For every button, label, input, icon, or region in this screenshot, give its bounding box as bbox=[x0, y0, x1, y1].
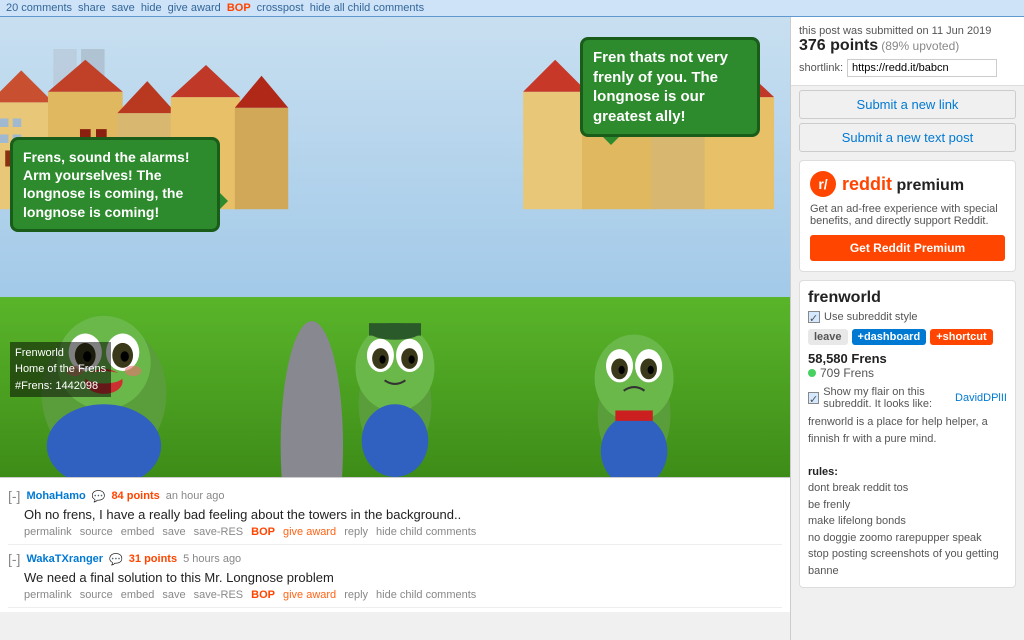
post-upvote-pct: (89% upvoted) bbox=[881, 39, 959, 53]
comment-points: 84 points bbox=[111, 490, 159, 502]
action-embed[interactable]: embed bbox=[121, 526, 155, 538]
style-label: Use subreddit style bbox=[824, 311, 918, 323]
sidebar: this post was submitted on 11 Jun 2019 3… bbox=[790, 17, 1024, 640]
subreddit-style-row: ✓ Use subreddit style bbox=[808, 311, 1007, 323]
premium-title: reddit premium bbox=[842, 174, 964, 195]
action-give-award[interactable]: give award bbox=[283, 589, 336, 601]
action-bop[interactable]: BOP bbox=[227, 2, 251, 14]
reddit-logo: r/ bbox=[810, 171, 836, 197]
action-source[interactable]: source bbox=[80, 526, 113, 538]
action-hide-comments[interactable]: hide all child comments bbox=[310, 2, 424, 14]
tag-buttons: leave +dashboard +shortcut bbox=[808, 329, 1007, 345]
action-share[interactable]: share bbox=[78, 2, 106, 14]
style-checkbox[interactable]: ✓ bbox=[808, 311, 820, 323]
action-save[interactable]: save bbox=[112, 2, 135, 14]
post-area: Fren thats not very frenly of you. The l… bbox=[0, 17, 790, 640]
action-permalink[interactable]: permalink bbox=[24, 589, 72, 601]
subreddit-info: frenworld ✓ Use subreddit style leave +d… bbox=[799, 280, 1016, 588]
action-hide-children[interactable]: hide child comments bbox=[376, 526, 476, 538]
action-source[interactable]: source bbox=[80, 589, 113, 601]
flair-checkbox[interactable]: ✓ bbox=[808, 392, 819, 404]
submit-text-button[interactable]: Submit a new text post bbox=[799, 123, 1016, 152]
comment-actions: permalink source embed save save-RES BOP… bbox=[24, 526, 782, 538]
subreddit-name: frenworld bbox=[808, 289, 1007, 307]
flair-username[interactable]: DavidDPlII bbox=[955, 392, 1007, 404]
post-points: 376 points bbox=[799, 37, 878, 54]
frenworld-line1: Frenworld bbox=[15, 345, 106, 362]
comment-toggle[interactable]: [-] bbox=[8, 551, 20, 567]
meme-image: Fren thats not very frenly of you. The l… bbox=[0, 17, 790, 477]
comment-body: We need a final solution to this Mr. Lon… bbox=[24, 570, 782, 585]
speech-bubble-top-right: Fren thats not very frenly of you. The l… bbox=[580, 37, 760, 137]
comment-points: 31 points bbox=[129, 553, 177, 565]
premium-description: Get an ad-free experience with special b… bbox=[810, 203, 1005, 227]
comment-actions: permalink source embed save save-RES BOP… bbox=[24, 589, 782, 601]
action-hide[interactable]: hide bbox=[141, 2, 162, 14]
speech-bubble-left: Frens, sound the alarms! Arm yourselves!… bbox=[10, 137, 220, 232]
flair-row: ✓ Show my flair on this subreddit. It lo… bbox=[808, 386, 1007, 410]
comment-icon: 💬 bbox=[92, 490, 106, 503]
action-bop[interactable]: BOP bbox=[251, 589, 275, 601]
shortlink-row: shortlink: bbox=[799, 59, 1016, 77]
frenworld-line2: Home of the Frens bbox=[15, 361, 106, 378]
frenworld-line3: #Frens: 1442098 bbox=[15, 378, 106, 395]
action-hide-children[interactable]: hide child comments bbox=[376, 589, 476, 601]
comment-header: [-] WakaTXranger 💬 31 points 5 hours ago bbox=[8, 551, 782, 567]
action-save[interactable]: save bbox=[162, 589, 185, 601]
shortlink-label: shortlink: bbox=[799, 62, 843, 74]
online-dot bbox=[808, 369, 816, 377]
action-reply[interactable]: reply bbox=[344, 526, 368, 538]
action-bop[interactable]: BOP bbox=[251, 526, 275, 538]
comment-toggle[interactable]: [-] bbox=[8, 488, 20, 504]
comment-body: Oh no frens, I have a really bad feeling… bbox=[24, 507, 782, 522]
flair-label: Show my flair on this subreddit. It look… bbox=[823, 386, 951, 410]
action-give-award[interactable]: give award bbox=[283, 526, 336, 538]
frens-count: 58,580 Frens bbox=[808, 351, 1007, 366]
action-comments[interactable]: 20 comments bbox=[6, 2, 72, 14]
action-save-res[interactable]: save-RES bbox=[194, 589, 244, 601]
shortlink-input[interactable] bbox=[847, 59, 997, 77]
action-reply[interactable]: reply bbox=[344, 589, 368, 601]
leave-button[interactable]: leave bbox=[808, 329, 848, 345]
frenworld-label: Frenworld Home of the Frens #Frens: 1442… bbox=[10, 342, 111, 398]
online-count-text: 709 Frens bbox=[820, 366, 874, 380]
comment-item: [-] WakaTXranger 💬 31 points 5 hours ago… bbox=[8, 545, 782, 608]
action-save-res[interactable]: save-RES bbox=[194, 526, 244, 538]
get-premium-button[interactable]: Get Reddit Premium bbox=[810, 235, 1005, 261]
premium-header: r/ reddit premium bbox=[810, 171, 1005, 197]
comments-section: [-] MohaHamo 💬 84 points an hour ago Oh … bbox=[0, 477, 790, 612]
premium-box: r/ reddit premium Get an ad-free experie… bbox=[799, 160, 1016, 272]
post-submission-date: this post was submitted on 11 Jun 2019 bbox=[799, 25, 1016, 37]
comment-time: an hour ago bbox=[166, 490, 225, 502]
action-embed[interactable]: embed bbox=[121, 589, 155, 601]
shortcut-button[interactable]: +shortcut bbox=[930, 329, 992, 345]
subreddit-description: frenworld is a place for help helper, a … bbox=[808, 414, 1007, 579]
comment-username[interactable]: WakaTXranger bbox=[26, 553, 103, 565]
pepe-frogs-svg bbox=[0, 201, 790, 477]
action-crosspost[interactable]: crosspost bbox=[257, 2, 304, 14]
comment-item: [-] MohaHamo 💬 84 points an hour ago Oh … bbox=[8, 482, 782, 545]
main-content: Fren thats not very frenly of you. The l… bbox=[0, 17, 1024, 640]
comment-username[interactable]: MohaHamo bbox=[26, 490, 85, 502]
dashboard-button[interactable]: +dashboard bbox=[852, 329, 927, 345]
action-give-award[interactable]: give award bbox=[168, 2, 221, 14]
action-save[interactable]: save bbox=[162, 526, 185, 538]
online-count: 709 Frens bbox=[808, 366, 1007, 380]
post-meta: this post was submitted on 11 Jun 2019 3… bbox=[791, 17, 1024, 86]
comment-time: 5 hours ago bbox=[183, 553, 241, 565]
submit-link-button[interactable]: Submit a new link bbox=[799, 90, 1016, 119]
comment-icon: 💬 bbox=[109, 553, 123, 566]
action-permalink[interactable]: permalink bbox=[24, 526, 72, 538]
comment-header: [-] MohaHamo 💬 84 points an hour ago bbox=[8, 488, 782, 504]
top-action-bar: 20 comments share save hide give award B… bbox=[0, 0, 1024, 17]
